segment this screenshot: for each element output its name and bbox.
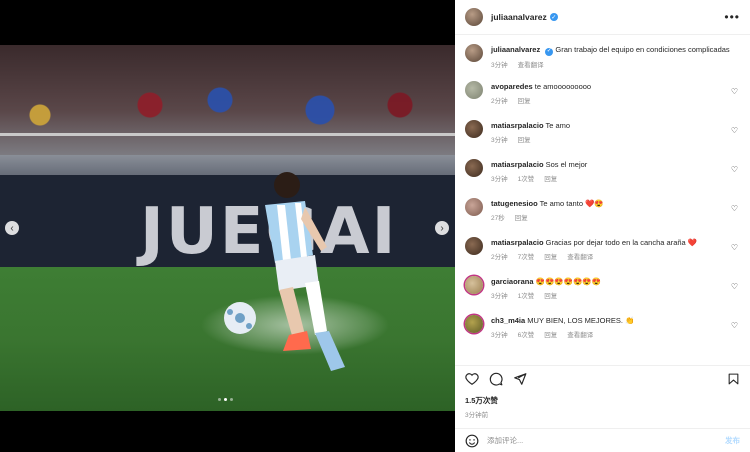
comment-like-icon[interactable]: ♡ (731, 204, 738, 213)
comment-time: 3分钟 (491, 292, 508, 300)
see-translation-link[interactable]: 查看翻译 (518, 59, 544, 69)
comment-text: te amooooooooo (534, 81, 592, 91)
comment-time: 3分钟 (491, 331, 508, 339)
reply-button[interactable]: 回复 (515, 212, 528, 222)
reply-button[interactable]: 回复 (544, 251, 557, 261)
comment-text: Te amo tanto ❤️😍 (539, 198, 604, 208)
post-actions: 1.5万次赞 3分钟前 (455, 365, 750, 425)
see-translation-link[interactable]: 查看翻译 (567, 329, 593, 339)
comment-like-icon[interactable]: ♡ (731, 282, 738, 291)
comment-username[interactable]: matiasrpalacio (491, 160, 544, 169)
comment-input[interactable]: 添加评论... (487, 435, 725, 446)
comment-like-icon[interactable]: ♡ (731, 126, 738, 135)
comments-list: juliaanalvarez ✓ Gran trabajo del equipo… (455, 36, 750, 363)
football-player (265, 172, 345, 371)
more-options-icon[interactable]: ••• (724, 10, 740, 24)
caption-text: Gran trabajo del equipo en condiciones c… (555, 45, 730, 54)
post-caption: juliaanalvarez ✓ Gran trabajo del equipo… (465, 44, 740, 69)
reply-button[interactable]: 回复 (518, 134, 531, 144)
carousel-dot (230, 398, 233, 401)
posted-time: 3分钟前 (465, 412, 489, 419)
author-avatar[interactable] (465, 44, 483, 62)
comment-time: 2分钟 (491, 97, 508, 105)
caption-username[interactable]: juliaanalvarez (491, 45, 540, 54)
bookmark-icon[interactable] (727, 372, 740, 386)
comment-like-count[interactable]: 1次赞 (518, 290, 535, 300)
comment-like-icon[interactable]: ♡ (731, 243, 738, 252)
post-photo: JUEGAI (0, 45, 455, 411)
comment-time: 27秒 (491, 214, 505, 222)
reply-button[interactable]: 回复 (544, 290, 557, 300)
soccer-ball (224, 302, 256, 334)
share-icon[interactable] (513, 372, 527, 386)
comment-item: matiasrpalacio Gracias por dejar todo en… (465, 236, 740, 276)
commenter-avatar[interactable] (465, 119, 483, 138)
heart-icon[interactable] (465, 372, 479, 386)
comment-item: matiasrpalacio Te amo 3分钟 回复 ♡ (465, 119, 740, 159)
comment-text: 😍😍😍😍😍😍😍 (535, 276, 601, 286)
next-image-button[interactable]: › (435, 221, 449, 235)
comment-like-icon[interactable]: ♡ (731, 321, 738, 330)
crowd-background (0, 45, 455, 155)
post-sidebar: juliaanalvarez ✓ ••• juliaanalvarez ✓ Gr… (455, 0, 750, 452)
reply-button[interactable]: 回复 (544, 173, 557, 183)
comment-item: garciaorana 😍😍😍😍😍😍😍 3分钟 1次赞 回复 ♡ (465, 275, 740, 315)
comment-username[interactable]: garciaorana (491, 277, 534, 286)
commenter-avatar[interactable] (465, 314, 483, 333)
commenter-avatar[interactable] (465, 80, 483, 99)
comment-item: tatugenesioo Te amo tanto ❤️😍 27秒 回复 ♡ (465, 197, 740, 237)
carousel-dot-active (224, 398, 227, 401)
comment-time: 3分钟 (491, 175, 508, 183)
comment-item: matiasrpalacio Sos el mejor 3分钟 1次赞 回复 ♡ (465, 158, 740, 198)
comment-like-count[interactable]: 1次赞 (518, 173, 535, 183)
comment-icon[interactable] (489, 372, 503, 386)
comment-username[interactable]: tatugenesioo (491, 199, 538, 208)
comment-username[interactable]: matiasrpalacio (491, 238, 544, 247)
comment-like-count[interactable]: 7次赞 (518, 251, 535, 261)
comment-like-count[interactable]: 6次赞 (518, 329, 535, 339)
comment-item: ch3_m4ia MUY BIEN, LOS MEJORES. 👏 3分钟 6次… (465, 314, 740, 354)
comment-text: Sos el mejor (545, 159, 588, 169)
carousel-indicator (218, 398, 233, 401)
caption-time: 3分钟 (491, 61, 508, 69)
comment-username[interactable]: ch3_m4ia (491, 316, 525, 325)
comment-text: Te amo (545, 120, 571, 130)
commenter-avatar[interactable] (465, 197, 483, 216)
author-avatar[interactable] (465, 8, 483, 26)
comment-text: Gracias por dejar todo en la cancha arañ… (545, 237, 698, 247)
verified-badge-icon: ✓ (549, 13, 558, 21)
emoji-icon[interactable] (465, 434, 479, 448)
verified-badge-icon: ✓ (545, 47, 554, 56)
like-count[interactable]: 1.5万次赞 (465, 395, 740, 406)
comment-item: avoparedes te amooooooooo 2分钟 回复 ♡ (465, 80, 740, 120)
comment-time: 2分钟 (491, 253, 508, 261)
add-comment-bar: 添加评论... 发布 (455, 428, 750, 452)
comment-time: 3分钟 (491, 136, 508, 144)
post-media: JUEGAI ‹ › (0, 0, 455, 452)
post-header: juliaanalvarez ✓ ••• (455, 0, 750, 35)
author-username[interactable]: juliaanalvarez (491, 12, 547, 22)
comment-like-icon[interactable]: ♡ (731, 87, 738, 96)
reply-button[interactable]: 回复 (544, 329, 557, 339)
see-translation-link[interactable]: 查看翻译 (567, 251, 593, 261)
previous-image-button[interactable]: ‹ (5, 221, 19, 235)
reply-button[interactable]: 回复 (518, 95, 531, 105)
commenter-avatar[interactable] (465, 275, 483, 294)
comment-like-icon[interactable]: ♡ (731, 165, 738, 174)
stadium-rail (0, 133, 455, 136)
commenter-avatar[interactable] (465, 158, 483, 177)
post-comment-button[interactable]: 发布 (725, 435, 740, 446)
comment-username[interactable]: matiasrpalacio (491, 121, 544, 130)
comment-username[interactable]: avoparedes (491, 82, 533, 91)
carousel-dot (218, 398, 221, 401)
commenter-avatar[interactable] (465, 236, 483, 255)
comment-text: MUY BIEN, LOS MEJORES. 👏 (527, 315, 635, 325)
